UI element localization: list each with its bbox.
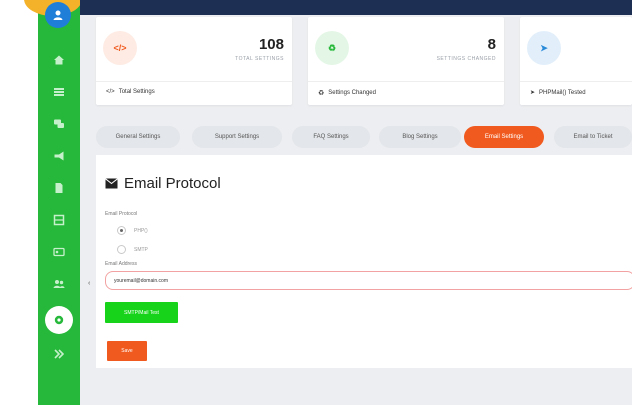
list-icon[interactable] [49,84,69,100]
id-card-icon[interactable] [49,244,69,260]
code-icon: </> [106,89,115,95]
top-navbar [80,0,632,15]
stat-card-phpmail-tested: ➤ ➤ PHPMail() Tested [520,17,632,105]
stat-value: 8 [487,36,496,53]
main-content: </> 108 TOTAL SETTINGS </> Total Setting… [80,0,632,405]
radio-label: SMTP [134,246,148,253]
email-address-label: Email Address [105,261,137,267]
settings-icon[interactable] [45,306,73,334]
chevron-left-icon[interactable]: ‹ [88,280,90,287]
page-title-text: Email Protocol [124,175,221,192]
tab-blog-settings[interactable]: Blog Settings [379,126,461,148]
email-settings-panel: Email Protocol Email Protocol PHP() SMTP… [96,155,632,368]
stat-footer-label: PHPMail() Tested [539,89,586,96]
send-icon: ➤ [530,90,536,96]
divider [96,81,292,82]
tab-faq-settings[interactable]: FAQ Settings [292,126,370,148]
tab-email-settings[interactable]: Email Settings [464,126,544,148]
sidebar [24,0,82,405]
stat-footer: ➤ PHPMail() Tested [530,89,586,97]
stat-label: SETTINGS CHANGED [436,56,496,62]
stat-footer: </> Total Settings [106,89,155,95]
tab-support-settings[interactable]: Support Settings [192,126,282,148]
document-icon[interactable] [49,180,69,196]
save-button[interactable]: Save [107,341,147,361]
email-protocol-label: Email Protocol [105,211,138,217]
smtp-mail-test-button[interactable]: SMTP/Mail Test [105,302,178,323]
table-icon[interactable] [49,212,69,228]
send-icon: ➤ [527,31,561,65]
expand-icon[interactable] [49,346,69,362]
stat-footer: ♻ Settings Changed [318,89,376,97]
stat-value: 108 [258,36,284,53]
radio-dot[interactable] [117,245,126,254]
users-icon[interactable] [49,276,69,292]
code-icon: </> [103,31,137,65]
radio-smtp[interactable]: SMTP [117,245,148,254]
home-icon[interactable] [49,52,69,68]
email-field[interactable] [105,271,632,290]
radio-label: PHP() [134,227,148,234]
page-title: Email Protocol [105,175,221,192]
radio-dot-selected[interactable] [117,226,126,235]
radio-phpmail[interactable]: PHP() [117,226,148,235]
stat-footer-label: Settings Changed [328,90,376,96]
tab-general-settings[interactable]: General Settings [96,126,180,148]
app-screen: </> 108 TOTAL SETTINGS </> Total Setting… [0,0,632,410]
stat-footer-label: Total Settings [118,89,155,95]
stat-card-total-settings: </> 108 TOTAL SETTINGS </> Total Setting… [96,17,292,105]
divider [308,81,504,82]
user-avatar-icon[interactable] [45,2,71,28]
divider [520,81,632,82]
settings-tabs: General Settings Support Settings FAQ Se… [96,126,632,148]
recycle-icon: ♻ [315,31,349,65]
chat-icon[interactable] [49,116,69,132]
recycle-icon: ♻ [318,90,325,97]
stat-label: TOTAL SETTINGS [235,56,284,62]
tab-email-to-ticket[interactable]: Email to Ticket [554,126,632,148]
megaphone-icon[interactable] [49,148,69,164]
stat-card-settings-changed: ♻ 8 SETTINGS CHANGED ♻ Settings Changed [308,17,504,105]
envelope-icon [105,178,118,189]
